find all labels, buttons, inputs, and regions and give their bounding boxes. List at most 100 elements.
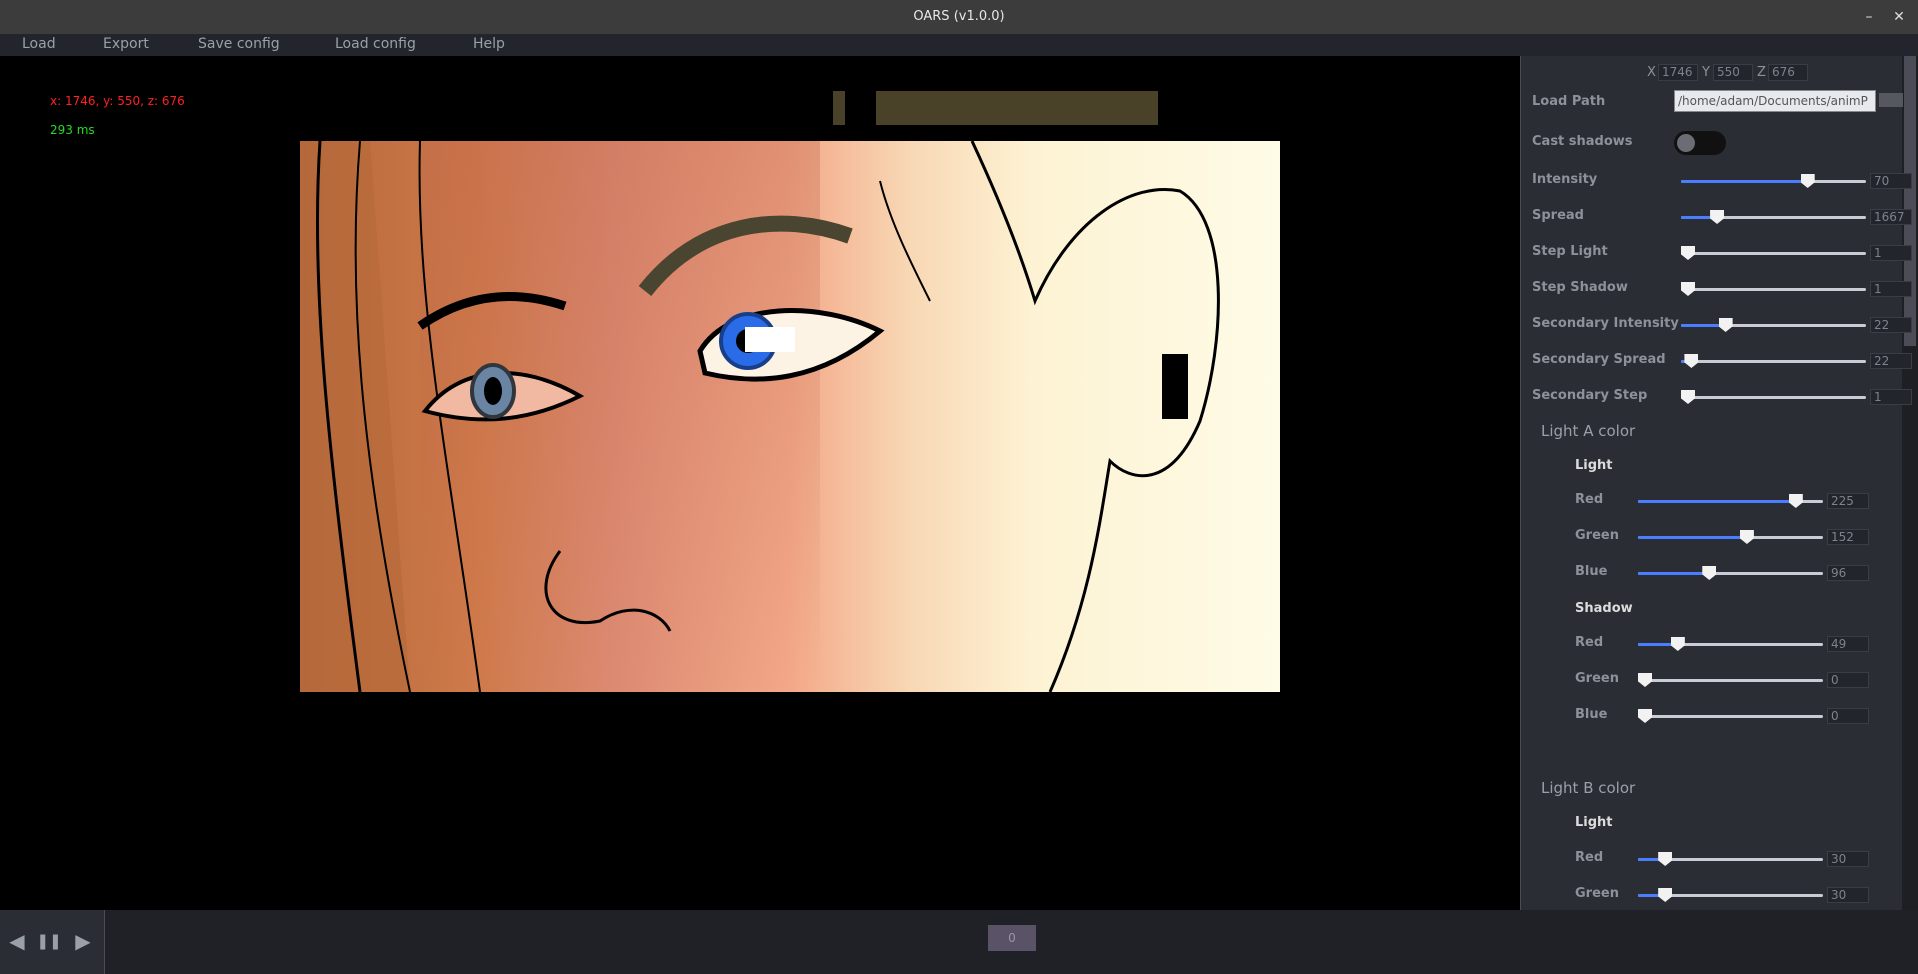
step-light-label: Step Light bbox=[1532, 244, 1608, 259]
x-label: X bbox=[1647, 65, 1656, 80]
light-a-shadow-green-value[interactable]: 0 bbox=[1827, 672, 1869, 688]
step-shadow-thumb[interactable] bbox=[1681, 282, 1695, 296]
light-a-shadow-red-label: Red bbox=[1575, 635, 1604, 650]
spread-thumb[interactable] bbox=[1710, 210, 1725, 224]
step-light-thumb[interactable] bbox=[1681, 246, 1695, 260]
light-b-light-red-thumb[interactable] bbox=[1658, 852, 1673, 866]
light-a-shadow-title: Shadow bbox=[1575, 601, 1633, 616]
light-a-shadow-green-slider[interactable] bbox=[1638, 673, 1823, 687]
light-b-light-green-label: Green bbox=[1575, 886, 1619, 901]
light-a-light-blue-label: Blue bbox=[1575, 564, 1608, 579]
spread-label: Spread bbox=[1532, 208, 1584, 223]
menu-bar: Load Export Save config Load config Help bbox=[0, 34, 1918, 56]
light-b-light-red-slider[interactable] bbox=[1638, 852, 1823, 866]
previous-frame-icon[interactable]: ◀ bbox=[4, 928, 30, 954]
spread-value[interactable]: 1667 bbox=[1870, 209, 1912, 225]
menu-save-config[interactable]: Save config bbox=[198, 36, 280, 52]
light-a-light-green-thumb[interactable] bbox=[1739, 530, 1754, 544]
frame-counter[interactable]: 0 bbox=[988, 925, 1036, 951]
step-shadow-track bbox=[1681, 288, 1866, 291]
secondary-intensity-slider[interactable] bbox=[1681, 318, 1866, 332]
step-light-slider[interactable] bbox=[1681, 246, 1866, 260]
panel-scroll-thumb[interactable] bbox=[1904, 56, 1916, 346]
close-icon[interactable]: ✕ bbox=[1888, 6, 1910, 28]
cast-shadows-toggle[interactable] bbox=[1674, 131, 1726, 155]
light-a-light-title: Light bbox=[1575, 458, 1613, 473]
light-a-light-green-value[interactable]: 152 bbox=[1827, 529, 1869, 545]
secondary-spread-slider[interactable] bbox=[1681, 354, 1866, 368]
light-a-light-red-thumb[interactable] bbox=[1788, 494, 1803, 508]
menu-export[interactable]: Export bbox=[103, 36, 149, 52]
secondary-intensity-thumb[interactable] bbox=[1718, 318, 1733, 332]
light-a-shadow-blue-value[interactable]: 0 bbox=[1827, 708, 1869, 724]
secondary-step-thumb[interactable] bbox=[1681, 390, 1695, 404]
z-field[interactable]: 676 bbox=[1768, 64, 1808, 81]
intensity-thumb[interactable] bbox=[1800, 174, 1815, 188]
secondary-spread-value[interactable]: 22 bbox=[1870, 353, 1912, 369]
secondary-step-slider[interactable] bbox=[1681, 390, 1866, 404]
spread-fill bbox=[1681, 216, 1713, 219]
light-a-light-blue-thumb[interactable] bbox=[1702, 566, 1717, 580]
light-a-light-green-slider[interactable] bbox=[1638, 530, 1823, 544]
playback-controls: ◀ ❚❚ ▶ bbox=[0, 910, 105, 974]
light-a-light-red-fill bbox=[1638, 500, 1802, 503]
light-b-light-red-value[interactable]: 30 bbox=[1827, 851, 1869, 867]
intensity-label: Intensity bbox=[1532, 172, 1598, 187]
light-a-light-blue-value[interactable]: 96 bbox=[1827, 565, 1869, 581]
browse-button[interactable] bbox=[1879, 93, 1903, 107]
spread-slider[interactable] bbox=[1681, 210, 1866, 224]
light-a-light-blue-fill bbox=[1638, 572, 1708, 575]
light-a-light-green-label: Green bbox=[1575, 528, 1619, 543]
secondary-intensity-label: Secondary Intensity bbox=[1532, 316, 1679, 331]
pause-icon[interactable]: ❚❚ bbox=[36, 928, 62, 954]
light-a-shadow-red-slider[interactable] bbox=[1638, 637, 1823, 651]
render-time: 293 ms bbox=[50, 123, 95, 137]
light-a-shadow-green-track bbox=[1638, 679, 1823, 682]
menu-load[interactable]: Load bbox=[22, 36, 56, 52]
secondary-spread-label: Secondary Spread bbox=[1532, 352, 1666, 367]
intensity-slider[interactable] bbox=[1681, 174, 1866, 188]
secondary-spread-track bbox=[1681, 360, 1866, 363]
light-b-light-green-slider[interactable] bbox=[1638, 888, 1823, 902]
light-a-shadow-blue-thumb[interactable] bbox=[1638, 709, 1652, 723]
light-a-light-red-slider[interactable] bbox=[1638, 494, 1823, 508]
secondary-spread-thumb[interactable] bbox=[1684, 354, 1699, 368]
secondary-step-value[interactable]: 1 bbox=[1870, 389, 1912, 405]
light-a-shadow-red-thumb[interactable] bbox=[1670, 637, 1685, 651]
playback-bar: ◀ ❚❚ ▶ 0 bbox=[0, 910, 1918, 974]
settings-panel: X 1746 Y 550 Z 676 Load Path /home/adam/… bbox=[1520, 56, 1918, 910]
secondary-intensity-value[interactable]: 22 bbox=[1870, 317, 1912, 333]
light-a-title: Light A color bbox=[1541, 422, 1636, 440]
step-light-track bbox=[1681, 252, 1866, 255]
light-a-light-green-fill bbox=[1638, 536, 1749, 539]
step-shadow-value[interactable]: 1 bbox=[1870, 281, 1912, 297]
step-light-value[interactable]: 1 bbox=[1870, 245, 1912, 261]
light-a-shadow-blue-track bbox=[1638, 715, 1823, 718]
render-viewport[interactable]: x: 1746, y: 550, z: 676 293 ms bbox=[0, 56, 1520, 910]
menu-help[interactable]: Help bbox=[473, 36, 505, 52]
y-label: Y bbox=[1702, 65, 1710, 80]
coordinate-readout: x: 1746, y: 550, z: 676 bbox=[50, 94, 185, 108]
load-path-input[interactable]: /home/adam/Documents/animP bbox=[1674, 90, 1876, 112]
window-title: OARS (v1.0.0) bbox=[913, 9, 1005, 24]
light-b-light-green-value[interactable]: 30 bbox=[1827, 887, 1869, 903]
light-b-light-red-fill bbox=[1638, 858, 1660, 861]
status-bar-small bbox=[833, 91, 845, 125]
secondary-spread-fill bbox=[1681, 360, 1685, 363]
y-field[interactable]: 550 bbox=[1713, 64, 1753, 81]
light-b-light-green-thumb[interactable] bbox=[1658, 888, 1673, 902]
light-a-shadow-blue-slider[interactable] bbox=[1638, 709, 1823, 723]
light-a-light-blue-slider[interactable] bbox=[1638, 566, 1823, 580]
light-a-shadow-red-value[interactable]: 49 bbox=[1827, 636, 1869, 652]
step-shadow-slider[interactable] bbox=[1681, 282, 1866, 296]
light-a-light-red-value[interactable]: 225 bbox=[1827, 493, 1869, 509]
light-b-light-red-label: Red bbox=[1575, 850, 1604, 865]
timeline[interactable]: 0 bbox=[106, 910, 1918, 974]
light-b-light-green-fill bbox=[1638, 894, 1660, 897]
next-frame-icon[interactable]: ▶ bbox=[70, 928, 96, 954]
menu-load-config[interactable]: Load config bbox=[335, 36, 416, 52]
intensity-value[interactable]: 70 bbox=[1870, 173, 1912, 189]
light-a-shadow-green-thumb[interactable] bbox=[1638, 673, 1652, 687]
x-field[interactable]: 1746 bbox=[1658, 64, 1698, 81]
minimize-icon[interactable]: – bbox=[1858, 6, 1880, 28]
